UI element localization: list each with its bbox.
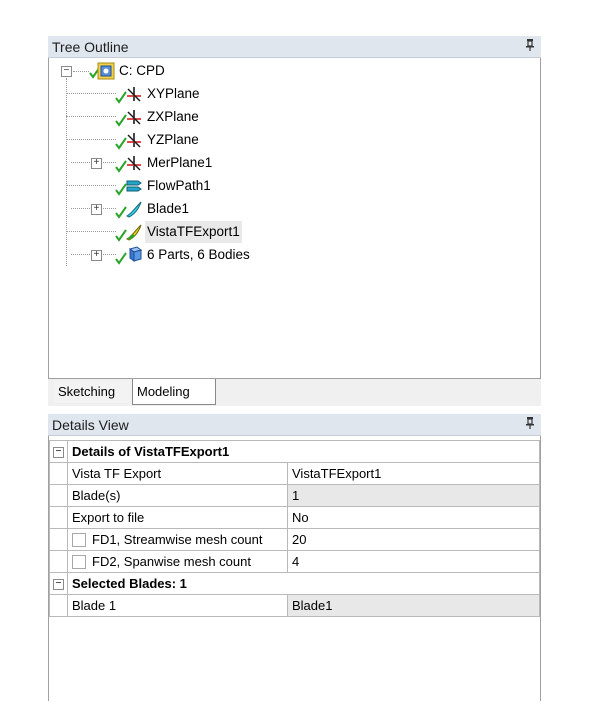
tree-node-zxplane[interactable]: ZXPlane <box>49 106 529 128</box>
property-name: FD1, Streamwise mesh count <box>92 531 263 547</box>
property-name-cell: FD1, Streamwise mesh count <box>67 528 288 551</box>
property-value[interactable]: 20 <box>287 528 540 551</box>
pin-icon[interactable] <box>525 414 535 436</box>
details-view-header: Details View <box>48 414 541 436</box>
tree-outline-title: Tree Outline <box>52 39 129 55</box>
details-view-title: Details View <box>52 417 129 433</box>
details-row[interactable]: Vista TF Export VistaTFExport1 <box>49 462 540 485</box>
tree-node-vistatfexport1[interactable]: VistaTFExport1 <box>49 221 529 243</box>
tree-node-label: ZXPlane <box>147 109 199 124</box>
tree-node-label: Blade1 <box>147 201 190 216</box>
expand-icon[interactable]: + <box>91 250 102 261</box>
property-name: Blade 1 <box>67 594 288 617</box>
tab-label: Modeling <box>137 384 190 399</box>
pin-icon[interactable] <box>525 36 535 58</box>
tab-label: Sketching <box>58 384 116 399</box>
tree-outline-panel: − C: CPD XYPlane ZXPlane YZPlane + MerPl… <box>48 58 541 378</box>
expand-icon[interactable]: + <box>91 158 102 169</box>
details-row[interactable]: Blade(s) 1 <box>49 484 540 507</box>
parts-cubes-icon <box>125 246 143 271</box>
tree-node-label: FlowPath1 <box>147 178 211 193</box>
tree-outline-header: Tree Outline <box>48 36 541 58</box>
property-value[interactable]: VistaTFExport1 <box>287 462 540 485</box>
property-name-cell: FD2, Spanwise mesh count <box>67 550 288 573</box>
property-name: Blade(s) <box>67 484 288 507</box>
property-value: 1 <box>287 484 540 507</box>
tab-sketching[interactable]: Sketching <box>54 381 130 403</box>
details-view-panel: − Details of VistaTFExport1 Vista TF Exp… <box>48 436 541 701</box>
parameter-checkbox[interactable] <box>72 555 86 570</box>
parameter-checkbox[interactable] <box>72 533 86 548</box>
tree-node-label: VistaTFExport1 <box>145 221 242 243</box>
collapse-icon[interactable]: − <box>53 579 64 591</box>
tree-node-parts-bodies[interactable]: + 6 Parts, 6 Bodies <box>49 244 529 266</box>
tree-node-label: 6 Parts, 6 Bodies <box>147 247 250 262</box>
details-group-header[interactable]: − Selected Blades: 1 <box>49 572 540 595</box>
details-group-header[interactable]: − Details of VistaTFExport1 <box>49 440 540 463</box>
tree-node-label: C: CPD <box>119 63 165 78</box>
tree-node-flowpath1[interactable]: FlowPath1 <box>49 175 529 197</box>
tab-modeling[interactable]: Modeling <box>132 379 216 405</box>
property-value[interactable]: 4 <box>287 550 540 573</box>
details-row[interactable]: Export to file No <box>49 506 540 529</box>
details-row[interactable]: FD1, Streamwise mesh count 20 <box>49 528 540 551</box>
tab-strip: Sketching Modeling <box>48 378 541 406</box>
property-value[interactable]: No <box>287 506 540 529</box>
tree-node-label: XYPlane <box>147 86 200 101</box>
details-row[interactable]: FD2, Spanwise mesh count 4 <box>49 550 540 573</box>
property-name: FD2, Spanwise mesh count <box>92 553 251 569</box>
details-grid: − Details of VistaTFExport1 Vista TF Exp… <box>49 440 540 617</box>
tree-node-label: YZPlane <box>147 132 199 147</box>
tree-node-blade1[interactable]: + Blade1 <box>49 198 529 220</box>
group-title: Details of VistaTFExport1 <box>67 440 540 463</box>
collapse-icon[interactable]: − <box>53 447 64 459</box>
tree-node-yzplane[interactable]: YZPlane <box>49 129 529 151</box>
tree-node-root[interactable]: − C: CPD <box>49 60 529 82</box>
tree-node-label: MerPlane1 <box>147 155 213 170</box>
tree-node-xyplane[interactable]: XYPlane <box>49 83 529 105</box>
property-value: Blade1 <box>287 594 540 617</box>
tree-node-merplane1[interactable]: + MerPlane1 <box>49 152 529 174</box>
details-row[interactable]: Blade 1 Blade1 <box>49 594 540 617</box>
collapse-icon[interactable]: − <box>61 66 72 77</box>
group-title: Selected Blades: 1 <box>67 572 540 595</box>
property-name: Export to file <box>67 506 288 529</box>
property-name: Vista TF Export <box>67 462 288 485</box>
expand-icon[interactable]: + <box>91 204 102 215</box>
